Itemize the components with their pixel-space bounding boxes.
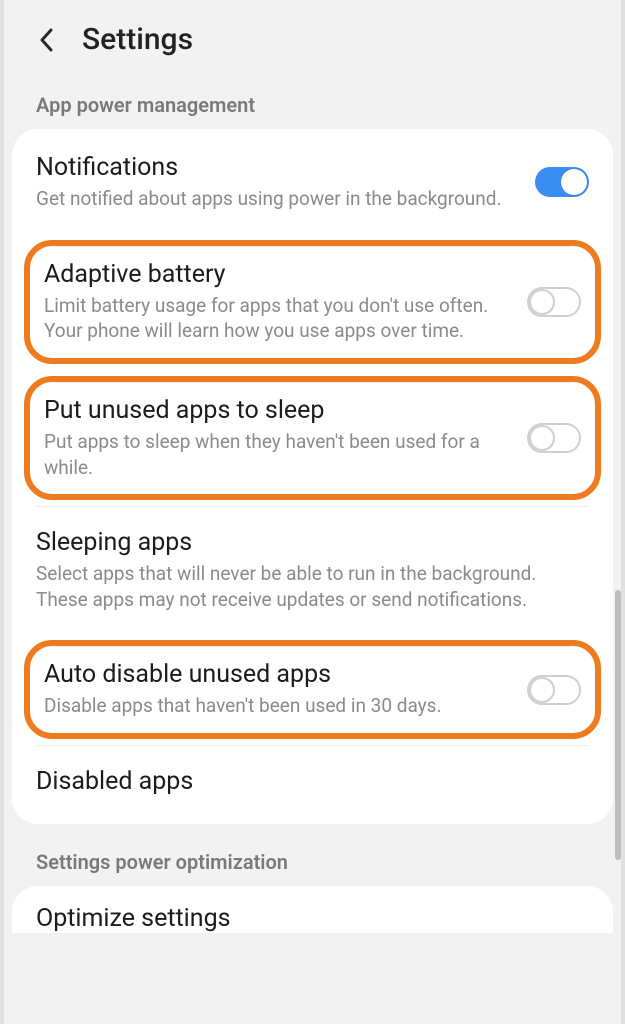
auto-disable-title: Auto disable unused apps: [44, 660, 511, 689]
settings-screen: Settings App power management Notificati…: [0, 0, 625, 1024]
row-auto-disable[interactable]: Auto disable unused apps Disable apps th…: [24, 640, 601, 739]
notifications-desc: Get notified about apps using power in t…: [36, 186, 519, 212]
row-adaptive-battery[interactable]: Adaptive battery Limit battery usage for…: [24, 240, 601, 364]
optimize-card[interactable]: Optimize settings: [12, 886, 613, 933]
header: Settings: [4, 0, 621, 81]
row-text: Disabled apps: [36, 767, 589, 800]
row-notifications[interactable]: Notifications Get notified about apps us…: [12, 131, 613, 234]
sleep-unused-desc: Put apps to sleep when they haven't been…: [44, 429, 511, 480]
sleep-unused-title: Put unused apps to sleep: [44, 396, 511, 425]
scrollbar[interactable]: [615, 590, 621, 860]
disabled-apps-title: Disabled apps: [36, 767, 573, 796]
auto-disable-desc: Disable apps that haven't been used in 3…: [44, 693, 511, 719]
row-text: Adaptive battery Limit battery usage for…: [44, 260, 527, 344]
row-text: Put unused apps to sleep Put apps to sle…: [44, 396, 527, 480]
sleeping-apps-title: Sleeping apps: [36, 528, 573, 557]
sleep-unused-toggle[interactable]: [527, 423, 581, 453]
notifications-title: Notifications: [36, 153, 519, 182]
section-app-power: App power management: [4, 81, 621, 129]
adaptive-desc: Limit battery usage for apps that you do…: [44, 293, 511, 344]
row-sleeping-apps[interactable]: Sleeping apps Select apps that will neve…: [12, 506, 613, 634]
row-text: Sleeping apps Select apps that will neve…: [36, 528, 589, 612]
adaptive-toggle[interactable]: [527, 287, 581, 317]
row-disabled-apps[interactable]: Disabled apps: [12, 745, 613, 822]
row-text: Auto disable unused apps Disable apps th…: [44, 660, 527, 719]
optimize-title: Optimize settings: [36, 904, 589, 933]
back-icon[interactable]: [32, 25, 62, 55]
auto-disable-toggle[interactable]: [527, 675, 581, 705]
page-title: Settings: [82, 22, 193, 57]
section-power-opt: Settings power optimization: [4, 838, 621, 886]
sleeping-apps-desc: Select apps that will never be able to r…: [36, 561, 573, 612]
row-put-unused-sleep[interactable]: Put unused apps to sleep Put apps to sle…: [24, 376, 601, 500]
adaptive-title: Adaptive battery: [44, 260, 511, 289]
row-text: Notifications Get notified about apps us…: [36, 153, 535, 212]
app-power-card: Notifications Get notified about apps us…: [12, 129, 613, 824]
notifications-toggle[interactable]: [535, 167, 589, 197]
